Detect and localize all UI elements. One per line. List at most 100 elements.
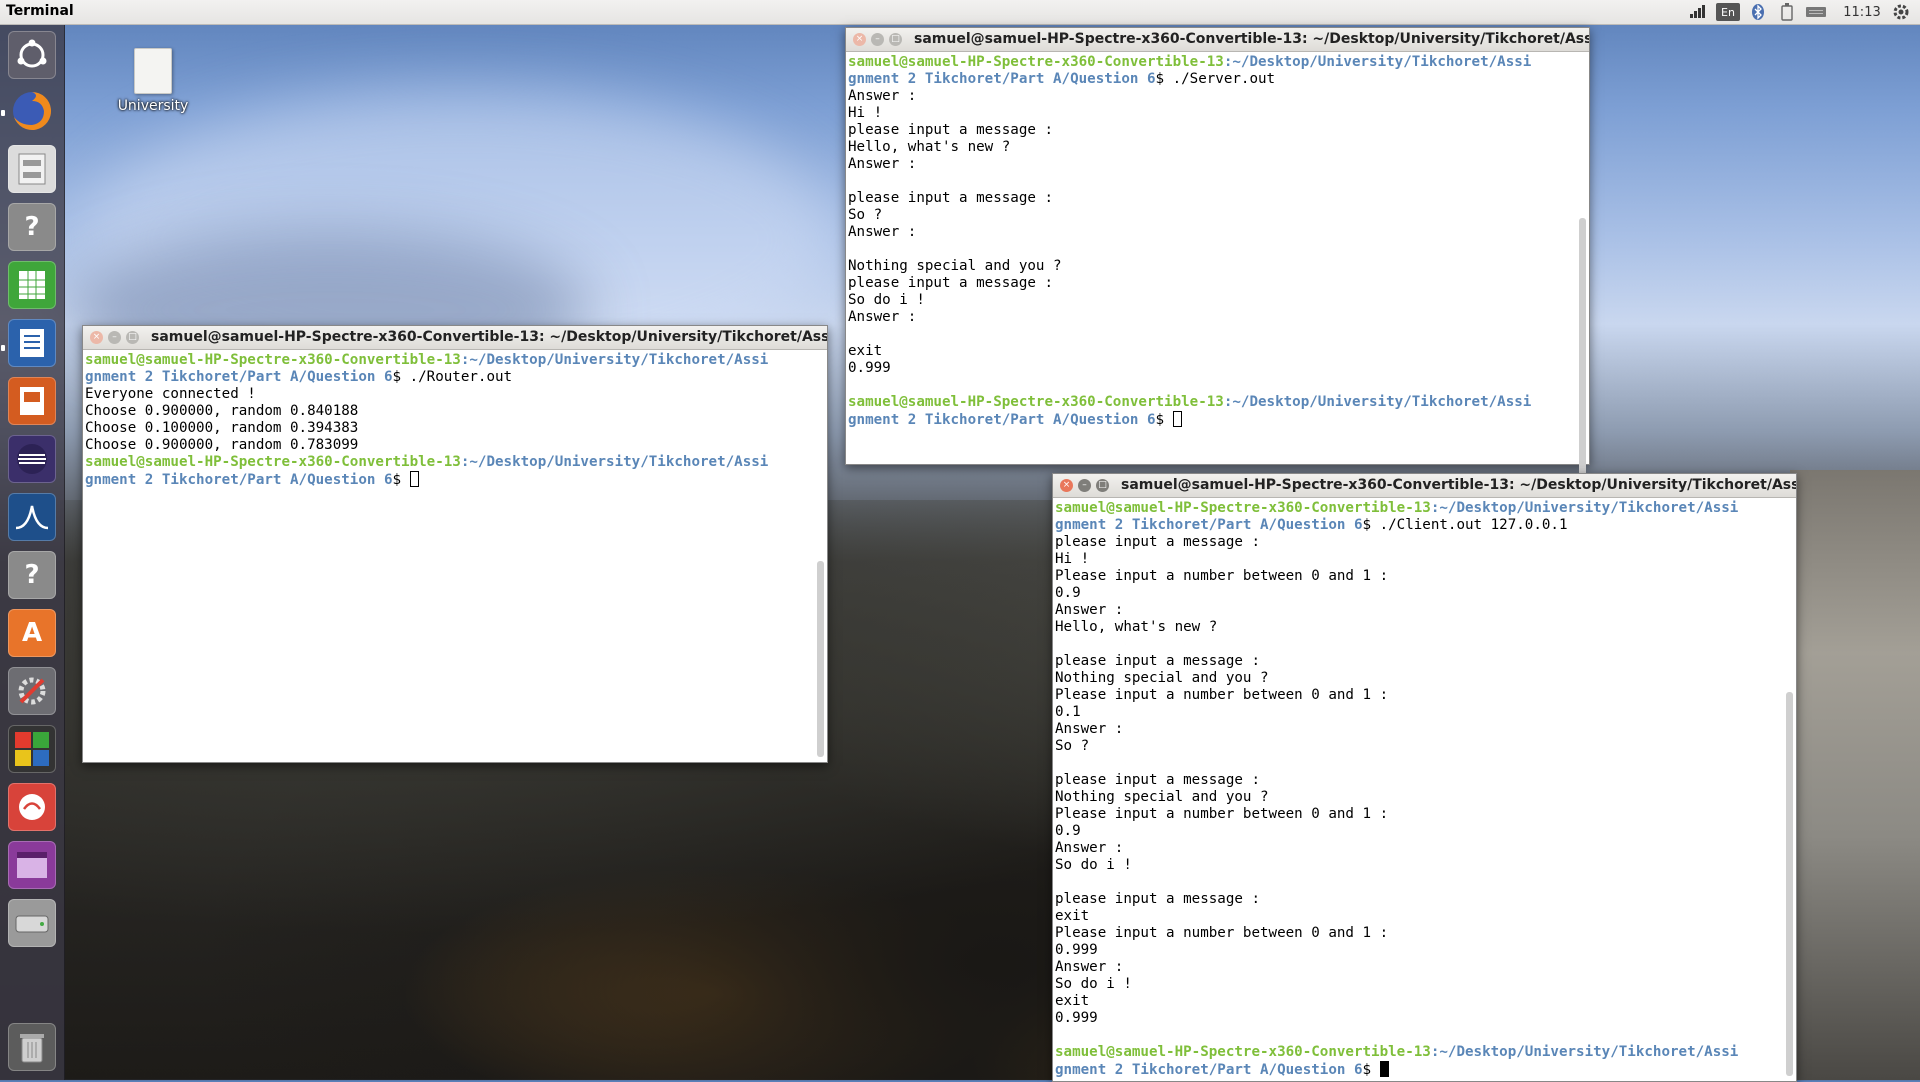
line-text: please input a message :	[1055, 653, 1260, 669]
keyboard-layout-indicator[interactable]: En	[1716, 3, 1740, 21]
workspaces-icon[interactable]	[8, 725, 56, 773]
prompt-path: :~/Desktop/University/Tikchoret/Assi	[460, 454, 769, 470]
terminal-output[interactable]: samuel@samuel-HP-Spectre-x360-Convertibl…	[83, 350, 827, 762]
document-icon[interactable]	[8, 319, 56, 367]
prompt-user-host: samuel@samuel-HP-Spectre-x360-Convertibl…	[848, 394, 1224, 410]
line-text: Answer :	[1055, 959, 1124, 975]
battery-icon[interactable]	[1776, 3, 1798, 21]
maximize-icon[interactable]: □	[126, 331, 139, 344]
text-cursor[interactable]	[1172, 411, 1182, 427]
terminal-line: Answer :	[848, 309, 1589, 326]
prompt-path: :~/Desktop/University/Tikchoret/Assi	[1223, 54, 1532, 70]
line-text: Answer :	[848, 309, 917, 325]
line-text: Choose 0.900000, random 0.783099	[85, 437, 359, 453]
minimize-icon[interactable]: –	[108, 331, 121, 344]
firefox-icon[interactable]	[8, 87, 56, 135]
keyboard-icon[interactable]	[1804, 3, 1828, 21]
question-mark-icon[interactable]: ?	[8, 203, 56, 251]
maximize-icon[interactable]: □	[1096, 479, 1109, 492]
text-editor-icon[interactable]	[8, 783, 56, 831]
server-terminal-window[interactable]: × – □ samuel@samuel-HP-Spectre-x360-Conv…	[845, 27, 1590, 484]
desktop-folder-university[interactable]: University	[112, 48, 194, 114]
terminal-line: Answer :	[848, 156, 1589, 173]
terminal-line: 0.999	[1055, 942, 1796, 959]
file-cabinet-icon[interactable]	[8, 145, 56, 193]
presentation-icon[interactable]	[8, 377, 56, 425]
router-terminal-window[interactable]: × – □ samuel@samuel-HP-Spectre-x360-Conv…	[82, 325, 828, 763]
prompt-path: :~/Desktop/University/Tikchoret/Assi	[1430, 1044, 1739, 1060]
eclipse-icon[interactable]	[8, 435, 56, 483]
spreadsheet-icon[interactable]	[8, 261, 56, 309]
minimize-icon[interactable]: –	[1078, 479, 1091, 492]
close-icon[interactable]: ×	[1060, 479, 1073, 492]
matlab-icon[interactable]	[8, 493, 56, 541]
drive-icon[interactable]	[8, 899, 56, 947]
software-bag-icon[interactable]: A	[8, 609, 56, 657]
terminal-line: gnment 2 Tikchoret/Part A/Question 6$ ./…	[848, 71, 1589, 88]
line-text: Hi !	[1055, 551, 1090, 567]
terminal-line: Answer :	[848, 224, 1589, 241]
line-text: Answer :	[848, 88, 917, 104]
line-text: So do i !	[1055, 857, 1132, 873]
close-icon[interactable]: ×	[90, 331, 103, 344]
bluetooth-icon[interactable]	[1748, 3, 1768, 21]
scrollbar[interactable]	[1786, 692, 1793, 1076]
terminal-line: Please input a number between 0 and 1 :	[1055, 806, 1796, 823]
question-mark-icon[interactable]: ?	[8, 551, 56, 599]
terminal-line: gnment 2 Tikchoret/Part A/Question 6$	[1055, 1061, 1796, 1078]
terminal-line: exit	[1055, 908, 1796, 925]
wallpaper-mist	[1790, 470, 1920, 1080]
network-signal-icon[interactable]	[1686, 3, 1710, 21]
terminal-line: So do i !	[1055, 857, 1796, 874]
terminal-line: Choose 0.900000, random 0.783099	[85, 437, 827, 454]
window-app-icon[interactable]	[8, 841, 56, 889]
line-text: please input a message :	[1055, 534, 1260, 550]
running-indicator	[1, 345, 5, 351]
line-text: Everyone connected !	[85, 386, 256, 402]
line-text: $ ./Router.out	[392, 369, 513, 385]
window-titlebar[interactable]: × – □ samuel@samuel-HP-Spectre-x360-Conv…	[846, 28, 1589, 52]
terminal-output[interactable]: samuel@samuel-HP-Spectre-x360-Convertibl…	[846, 52, 1589, 464]
prompt-path: :~/Desktop/University/Tikchoret/Assi	[460, 352, 769, 368]
terminal-line: gnment 2 Tikchoret/Part A/Question 6$	[848, 411, 1589, 428]
terminal-line: Please input a number between 0 and 1 :	[1055, 925, 1796, 942]
scrollbar[interactable]	[1579, 218, 1586, 484]
terminal-output[interactable]: samuel@samuel-HP-Spectre-x360-Convertibl…	[1053, 498, 1796, 1082]
terminal-line: So ?	[848, 207, 1589, 224]
terminal-line: please input a message :	[848, 122, 1589, 139]
scrollbar[interactable]	[817, 561, 824, 757]
prompt-path: gnment 2 Tikchoret/Part A/Question 6	[85, 369, 393, 385]
maximize-icon[interactable]: □	[889, 33, 902, 46]
window-titlebar[interactable]: × – □ samuel@samuel-HP-Spectre-x360-Conv…	[83, 326, 827, 350]
window-titlebar[interactable]: × – □ samuel@samuel-HP-Spectre-x360-Conv…	[1053, 474, 1796, 498]
terminal-line: please input a message :	[1055, 653, 1796, 670]
line-text: 0.999	[1055, 1010, 1098, 1026]
line-text: Nothing special and you ?	[848, 258, 1062, 274]
client-terminal-window[interactable]: × – □ samuel@samuel-HP-Spectre-x360-Conv…	[1052, 473, 1797, 1082]
prompt-path: gnment 2 Tikchoret/Part A/Question 6	[848, 412, 1156, 428]
terminal-line: 0.9	[1055, 823, 1796, 840]
line-text: $	[1362, 1062, 1380, 1078]
close-icon[interactable]: ×	[853, 33, 866, 46]
settings-wrench-icon[interactable]	[8, 667, 56, 715]
ubuntu-logo-icon[interactable]	[8, 31, 56, 79]
terminal-line: please input a message :	[1055, 534, 1796, 551]
prompt-user-host: samuel@samuel-HP-Spectre-x360-Convertibl…	[85, 454, 461, 470]
trash-icon[interactable]	[8, 1023, 56, 1071]
minimize-icon[interactable]: –	[871, 33, 884, 46]
terminal-line: So do i !	[848, 292, 1589, 309]
line-text: Choose 0.900000, random 0.840188	[85, 403, 359, 419]
settings-gear-icon[interactable]	[1890, 3, 1912, 21]
terminal-line: 0.999	[1055, 1010, 1796, 1027]
prompt-path: :~/Desktop/University/Tikchoret/Assi	[1223, 394, 1532, 410]
clock[interactable]: 11:13	[1842, 3, 1882, 21]
running-indicator	[1, 110, 5, 116]
text-cursor[interactable]	[409, 471, 419, 487]
terminal-line: Answer :	[1055, 602, 1796, 619]
terminal-line: samuel@samuel-HP-Spectre-x360-Convertibl…	[85, 352, 827, 369]
text-cursor[interactable]	[1379, 1061, 1389, 1077]
